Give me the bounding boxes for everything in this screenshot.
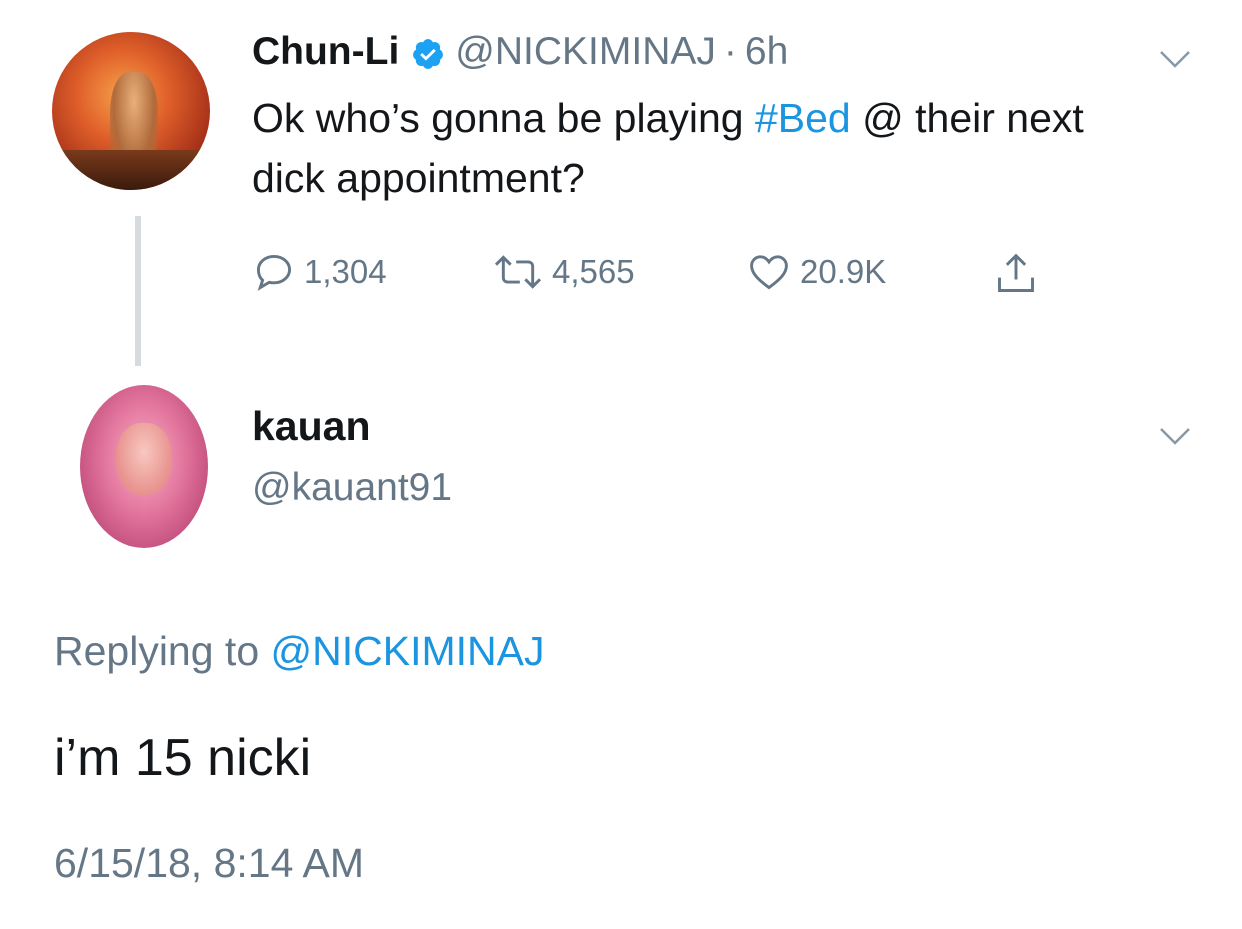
display-name[interactable]: Chun-Li: [252, 30, 399, 74]
chevron-down-icon[interactable]: [1158, 48, 1192, 70]
share-button[interactable]: [994, 250, 1046, 298]
tweet-text-before: Ok who’s gonna be playing: [252, 95, 755, 141]
replying-to-line: Replying to @NICKIMINAJ: [54, 628, 544, 675]
avatar-ground: [52, 150, 210, 190]
retweet-count: 4,565: [552, 253, 635, 290]
like-button[interactable]: 20.9K: [746, 250, 886, 294]
kauan-avatar[interactable]: [80, 385, 208, 548]
verified-badge-icon: [413, 39, 444, 69]
dot-separator: ·: [723, 30, 737, 73]
reply-timestamp: 6/15/18, 8:14 AM: [54, 840, 365, 886]
chevron-down-icon[interactable]: [1158, 425, 1192, 447]
hashtag-link[interactable]: #Bed: [755, 95, 851, 141]
replying-to-label: Replying to: [54, 628, 271, 674]
like-count: 20.9K: [800, 253, 887, 290]
retweet-button[interactable]: 4,565: [492, 250, 635, 294]
reply-display-name[interactable]: kauan: [252, 403, 371, 450]
replying-to-mention[interactable]: @NICKIMINAJ: [271, 628, 545, 674]
like-icon: [750, 255, 788, 290]
chun-li-avatar[interactable]: [52, 32, 210, 190]
reply-tweet-text: i’m 15 nicki: [54, 729, 312, 787]
user-handle[interactable]: @NICKIMINAJ: [455, 30, 716, 74]
retweet-icon: [494, 255, 542, 289]
reply-user-handle[interactable]: @kauant91: [252, 466, 452, 510]
thread-connector-line: [135, 216, 141, 366]
reply-button[interactable]: 1,304: [252, 250, 387, 294]
tweet-text: Ok who’s gonna be playing #Bed @ their n…: [252, 88, 1112, 208]
reply-count: 1,304: [304, 253, 387, 290]
tweet-header: Chun-Li @NICKIMINAJ · 6h: [252, 30, 788, 74]
share-icon: [998, 253, 1034, 292]
tweet-time[interactable]: 6h: [745, 30, 788, 74]
reply-icon: [256, 254, 292, 291]
avatar-face: [116, 423, 172, 495]
